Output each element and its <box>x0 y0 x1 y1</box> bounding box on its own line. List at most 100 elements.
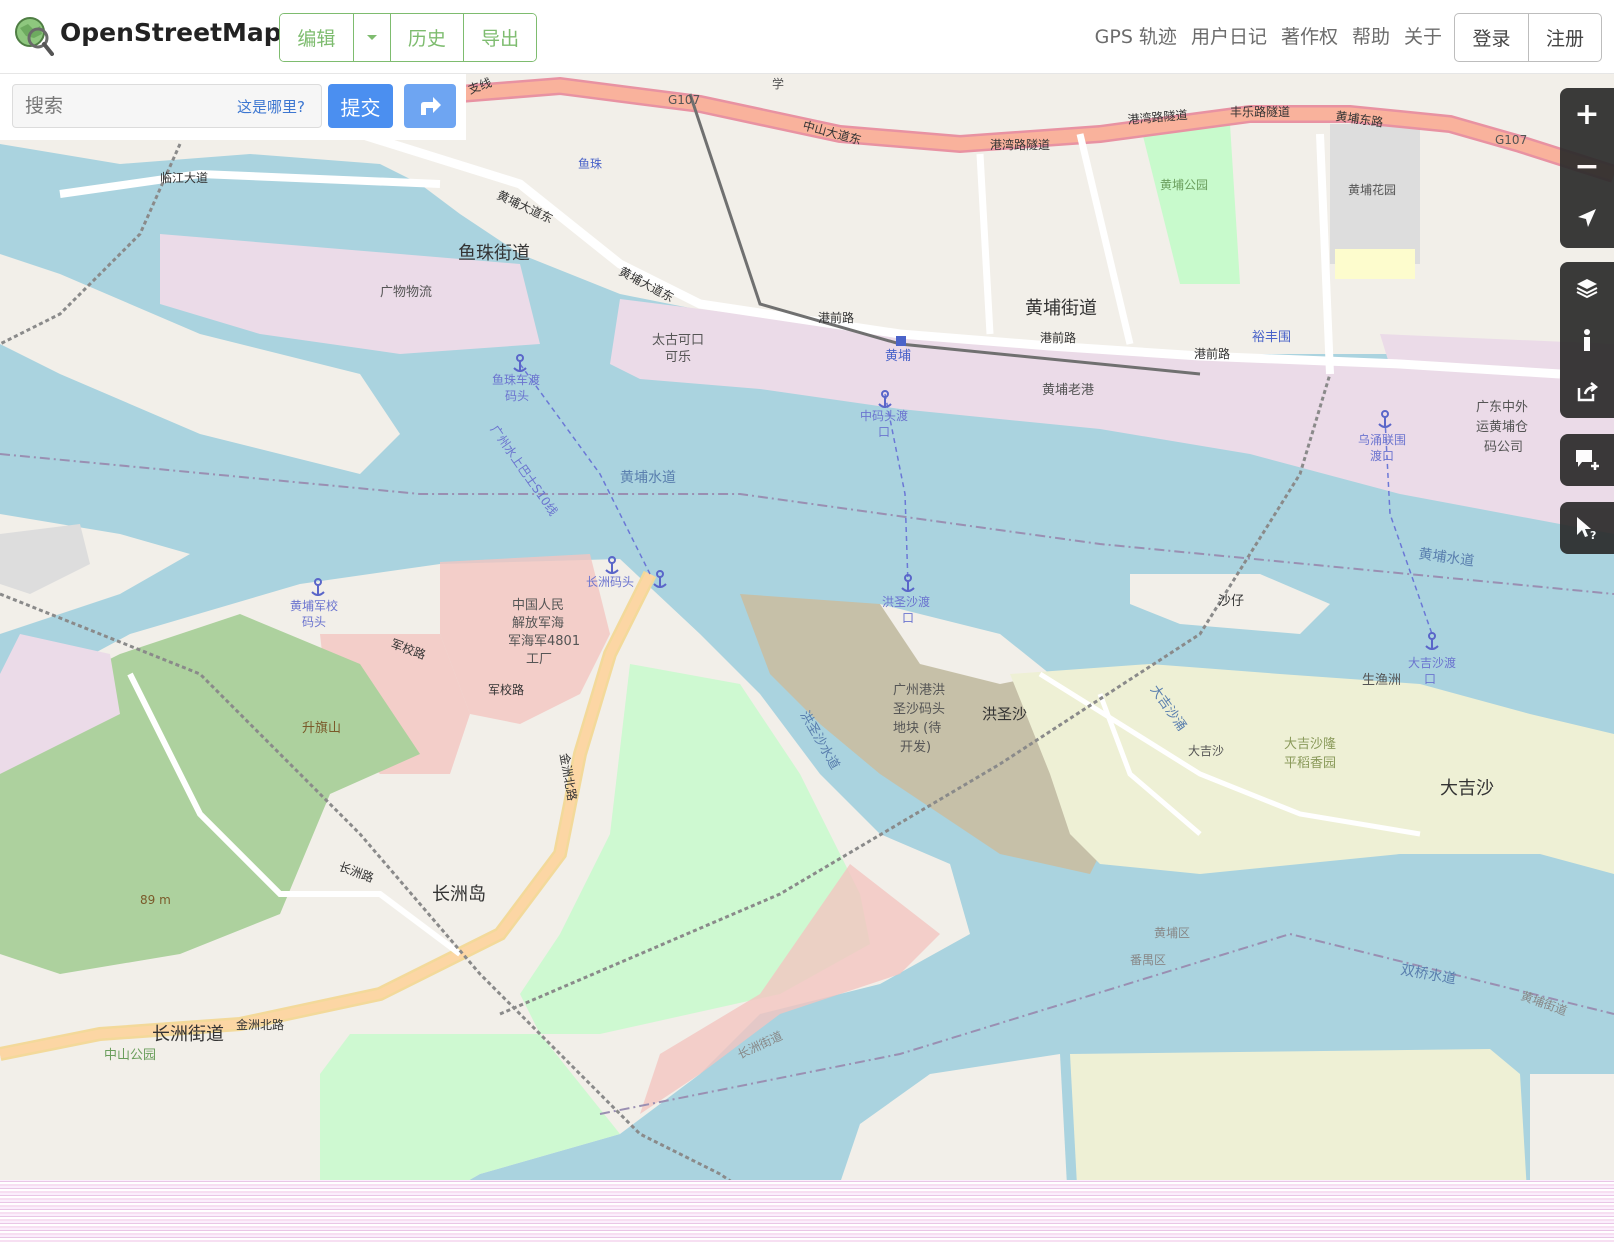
osm-logo-icon[interactable] <box>14 16 54 56</box>
search-input[interactable] <box>13 85 233 127</box>
search-submit-button[interactable]: 提交 <box>328 84 393 128</box>
svg-text:运黄埔仓: 运黄埔仓 <box>1476 420 1528 435</box>
svg-text:黄埔街道: 黄埔街道 <box>1025 298 1097 319</box>
svg-text:鱼珠车渡: 鱼珠车渡 <box>492 372 540 387</box>
brand-name[interactable]: OpenStreetMap <box>60 18 282 47</box>
svg-text:沙仔: 沙仔 <box>1218 594 1244 609</box>
svg-text:码头: 码头 <box>302 615 326 629</box>
svg-text:中码头渡: 中码头渡 <box>860 408 908 423</box>
svg-text:港前路: 港前路 <box>1194 346 1230 361</box>
login-button[interactable]: 登录 <box>1455 14 1529 61</box>
search-panel: 这是哪里? 提交 <box>0 74 466 140</box>
map-canvas[interactable]: 鱼珠街道 黄埔街道 长洲街道 长洲岛 大吉沙 洪圣沙 沙仔 广物物流 黄埔花园 … <box>0 74 1614 1242</box>
nav-user-diaries[interactable]: 用户日记 <box>1191 22 1267 49</box>
svg-text:黄埔水道: 黄埔水道 <box>620 469 676 486</box>
svg-text:长洲街道: 长洲街道 <box>152 1024 224 1045</box>
svg-text:平稻香园: 平稻香园 <box>1284 756 1336 771</box>
history-button[interactable]: 历史 <box>390 14 465 61</box>
svg-text:长洲岛: 长洲岛 <box>432 884 486 905</box>
render-artifact-strip <box>0 1180 1614 1242</box>
edit-button-group: 编辑 历史 导出 <box>279 13 537 62</box>
svg-text:大吉沙隆: 大吉沙隆 <box>1284 737 1336 752</box>
plus-icon: + <box>1574 96 1600 132</box>
svg-text:洪圣沙: 洪圣沙 <box>982 705 1027 723</box>
nav-about[interactable]: 关于 <box>1404 22 1442 49</box>
svg-text:升旗山: 升旗山 <box>302 720 341 736</box>
svg-text:港湾路隧道: 港湾路隧道 <box>990 137 1050 152</box>
map-tools <box>1560 262 1614 418</box>
svg-text:码公司: 码公司 <box>1484 440 1523 455</box>
export-button[interactable]: 导出 <box>464 14 536 61</box>
svg-text:黄埔花园: 黄埔花园 <box>1348 182 1396 197</box>
svg-text:黄埔: 黄埔 <box>885 349 911 364</box>
svg-text:军校路: 军校路 <box>488 682 524 697</box>
svg-text:黄埔军校: 黄埔军校 <box>290 598 338 613</box>
svg-text:口: 口 <box>878 425 890 439</box>
svg-text:临江大道: 临江大道 <box>160 171 208 185</box>
svg-text:丰乐路隧道: 丰乐路隧道 <box>1230 104 1290 119</box>
svg-text:码头: 码头 <box>505 389 529 403</box>
svg-text:长洲码头: 长洲码头 <box>586 575 634 589</box>
svg-text:中山公园: 中山公园 <box>104 1048 156 1063</box>
svg-text:解放军海: 解放军海 <box>512 616 564 631</box>
query-control: ? <box>1560 502 1614 554</box>
svg-text:太古可口: 太古可口 <box>652 333 704 348</box>
locate-button[interactable] <box>1560 192 1614 244</box>
query-features-button[interactable]: ? <box>1560 502 1614 554</box>
svg-text:港前路: 港前路 <box>1040 330 1076 345</box>
svg-text:洪圣沙渡: 洪圣沙渡 <box>882 594 930 609</box>
directions-icon <box>421 97 441 115</box>
svg-text:黄埔区: 黄埔区 <box>1154 926 1190 940</box>
svg-text:广东中外: 广东中外 <box>1476 400 1528 415</box>
svg-text:大吉沙: 大吉沙 <box>1188 744 1224 758</box>
add-note-button[interactable] <box>1560 434 1614 486</box>
svg-text:学: 学 <box>772 76 784 91</box>
svg-text:圣沙码头: 圣沙码头 <box>893 702 945 717</box>
svg-text:番禺区: 番禺区 <box>1130 953 1166 967</box>
where-is-this-link[interactable]: 这是哪里? <box>237 96 305 117</box>
map-key-button[interactable] <box>1560 314 1614 366</box>
svg-text:鱼珠: 鱼珠 <box>578 157 602 171</box>
caret-down-icon <box>366 35 377 40</box>
secondary-nav: GPS 轨迹 用户日记 著作权 帮助 关于 <box>1095 22 1442 49</box>
map-tiles[interactable]: 鱼珠街道 黄埔街道 长洲街道 长洲岛 大吉沙 洪圣沙 沙仔 广物物流 黄埔花园 … <box>0 74 1614 1242</box>
svg-text:生渔洲: 生渔洲 <box>1362 673 1401 688</box>
auth-button-group: 登录 注册 <box>1454 13 1602 62</box>
nav-copyright[interactable]: 著作权 <box>1281 22 1338 49</box>
cursor-question-icon: ? <box>1577 517 1596 541</box>
svg-text:开发): 开发) <box>900 739 931 755</box>
add-note-icon <box>1576 450 1599 470</box>
svg-text:裕丰围: 裕丰围 <box>1252 330 1291 345</box>
svg-text:军海军4801: 军海军4801 <box>508 634 580 649</box>
svg-text:黄埔公园: 黄埔公园 <box>1160 178 1208 192</box>
svg-text:口: 口 <box>1424 672 1436 686</box>
edit-dropdown-button[interactable] <box>353 14 391 61</box>
minus-icon: − <box>1574 148 1600 184</box>
svg-text:大吉沙: 大吉沙 <box>1440 778 1494 799</box>
share-button[interactable] <box>1560 366 1614 418</box>
svg-text:?: ? <box>1590 529 1596 541</box>
svg-text:G107: G107 <box>1495 133 1527 147</box>
zoom-in-button[interactable]: + <box>1560 88 1614 140</box>
info-icon <box>1584 329 1590 351</box>
directions-button[interactable] <box>404 84 456 128</box>
svg-text:89 m: 89 m <box>140 893 171 907</box>
search-box: 这是哪里? <box>12 84 322 128</box>
svg-text:鱼珠街道: 鱼珠街道 <box>458 243 530 264</box>
svg-text:渡口: 渡口 <box>1370 448 1394 463</box>
nav-gps-traces[interactable]: GPS 轨迹 <box>1095 22 1177 49</box>
nav-help[interactable]: 帮助 <box>1352 22 1390 49</box>
svg-text:港前路: 港前路 <box>818 310 854 325</box>
edit-button[interactable]: 编辑 <box>280 14 354 61</box>
svg-text:地块 (待: 地块 (待 <box>893 721 941 736</box>
note-control <box>1560 434 1614 486</box>
svg-text:黄埔老港: 黄埔老港 <box>1042 383 1094 398</box>
zoom-out-button[interactable]: − <box>1560 140 1614 192</box>
layers-button[interactable] <box>1560 262 1614 314</box>
share-icon <box>1577 382 1599 402</box>
top-header: OpenStreetMap 编辑 历史 导出 GPS 轨迹 用户日记 著作权 帮… <box>0 0 1614 74</box>
zoom-controls: + − <box>1560 88 1614 248</box>
svg-text:可乐: 可乐 <box>665 350 691 365</box>
svg-text:大吉沙渡: 大吉沙渡 <box>1408 655 1456 670</box>
signup-button[interactable]: 注册 <box>1529 14 1601 61</box>
